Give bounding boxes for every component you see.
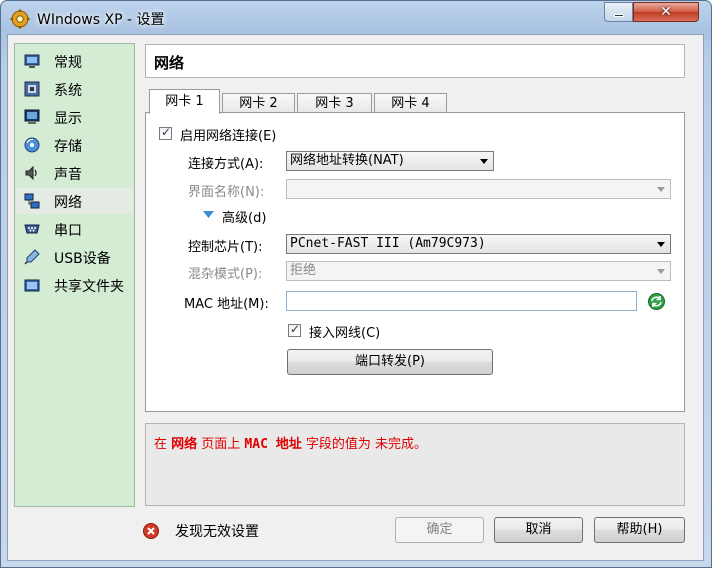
- sidebar-item-label: 声音: [54, 167, 82, 183]
- sidebar-item-serial[interactable]: 串口: [16, 216, 133, 242]
- promiscuous-mode-label: 混杂模式(P):: [188, 267, 263, 282]
- refresh-mac-icon[interactable]: [648, 293, 665, 310]
- cable-connected-checkbox[interactable]: [288, 322, 301, 337]
- sidebar-item-label: USB设备: [54, 251, 111, 267]
- message-middle: 页面上: [197, 437, 245, 452]
- chevron-down-icon: [657, 242, 665, 247]
- sidebar-item-label: 共享文件夹: [54, 279, 124, 295]
- port-forwarding-button[interactable]: 端口转发(P): [287, 349, 493, 375]
- attached-to-select[interactable]: 网络地址转换(NAT): [286, 151, 494, 171]
- enable-network-checkbox[interactable]: [159, 125, 172, 140]
- settings-sidebar: 常规 系统 显示 存储 声音 网络 串口 USB设备 共享文件夹: [14, 43, 135, 507]
- invalid-settings-status: 发现无效设置: [175, 524, 259, 540]
- sidebar-item-label: 网络: [54, 195, 82, 211]
- usb-icon: [24, 249, 40, 265]
- help-button[interactable]: 帮助(H): [594, 517, 685, 543]
- window-title: WIndows XP - 设置: [37, 12, 165, 28]
- promiscuous-mode-value: 拒绝: [290, 263, 317, 278]
- cancel-button[interactable]: 取消: [494, 517, 583, 543]
- tab-adapter-3[interactable]: 网卡 3: [297, 93, 372, 113]
- minimize-button[interactable]: [604, 2, 633, 22]
- attached-to-value: 网络地址转换(NAT): [290, 153, 404, 168]
- chevron-down-icon: [480, 159, 488, 164]
- gear-icon: [10, 9, 30, 29]
- adapter-type-value: PCnet-FAST III (Am79C973): [290, 236, 486, 251]
- sidebar-item-network[interactable]: 网络: [16, 188, 133, 214]
- message-field-name: MAC 地址: [244, 437, 302, 452]
- sidebar-item-shared-folders[interactable]: 共享文件夹: [16, 272, 133, 298]
- mac-address-label: MAC 地址(M):: [184, 297, 269, 312]
- title-bar[interactable]: WIndows XP - 设置 ✕: [1, 1, 711, 35]
- message-prefix: 在: [154, 437, 172, 452]
- tab-adapter-4[interactable]: 网卡 4: [374, 93, 447, 113]
- ok-button[interactable]: 确定: [395, 517, 484, 543]
- sidebar-item-audio[interactable]: 声音: [16, 160, 133, 186]
- sidebar-item-label: 系统: [54, 83, 82, 99]
- network-icon: [24, 193, 40, 209]
- chevron-down-icon: [657, 187, 665, 192]
- sidebar-item-general[interactable]: 常规: [16, 48, 133, 74]
- close-icon: ✕: [660, 4, 672, 20]
- display-icon: [24, 109, 40, 124]
- error-icon: [143, 523, 159, 539]
- speaker-icon: [25, 165, 37, 181]
- sidebar-item-system[interactable]: 系统: [16, 76, 133, 102]
- storage-disk-icon: [24, 137, 40, 153]
- message-suffix: 字段的值为 未完成。: [301, 437, 427, 452]
- promiscuous-mode-select[interactable]: 拒绝: [286, 261, 671, 281]
- attached-to-label: 连接方式(A):: [188, 157, 264, 172]
- advanced-toggle[interactable]: 高级(d): [222, 207, 266, 226]
- serial-port-icon: [24, 224, 40, 234]
- sidebar-item-display[interactable]: 显示: [16, 104, 133, 130]
- sidebar-item-storage[interactable]: 存储: [16, 132, 133, 158]
- monitor-general-icon: [24, 54, 40, 68]
- system-board-icon: [24, 81, 40, 97]
- sidebar-item-label: 串口: [54, 223, 82, 239]
- validation-message: 在 网络 页面上 MAC 地址 字段的值为 未完成。: [154, 433, 427, 452]
- shared-folder-icon: [24, 279, 40, 292]
- tab-adapter-1[interactable]: 网卡 1: [149, 89, 220, 114]
- expand-triangle-icon[interactable]: [203, 211, 214, 219]
- mac-address-input[interactable]: [286, 291, 637, 311]
- adapter-name-select[interactable]: [286, 179, 671, 199]
- adapter-type-label: 控制芯片(T):: [188, 240, 263, 255]
- cable-connected-label: 接入网线(C): [309, 326, 381, 341]
- sidebar-item-label: 常规: [54, 55, 82, 71]
- adapter-type-select[interactable]: PCnet-FAST III (Am79C973): [286, 234, 671, 254]
- sidebar-item-usb[interactable]: USB设备: [16, 244, 133, 270]
- minimize-icon: [614, 14, 624, 17]
- page-title: 网络: [154, 54, 185, 72]
- message-page-name: 网络: [171, 437, 198, 452]
- chevron-down-icon: [657, 269, 665, 274]
- close-button[interactable]: ✕: [633, 2, 699, 22]
- page-title-box: 网络: [145, 44, 685, 78]
- tab-adapter-2[interactable]: 网卡 2: [222, 93, 295, 113]
- validation-message-box: 在 网络 页面上 MAC 地址 字段的值为 未完成。: [145, 423, 685, 506]
- sidebar-item-label: 显示: [54, 111, 82, 127]
- adapter-name-label: 界面名称(N):: [188, 185, 265, 200]
- enable-network-label: 启用网络连接(E): [180, 129, 277, 144]
- sidebar-item-label: 存储: [54, 139, 82, 155]
